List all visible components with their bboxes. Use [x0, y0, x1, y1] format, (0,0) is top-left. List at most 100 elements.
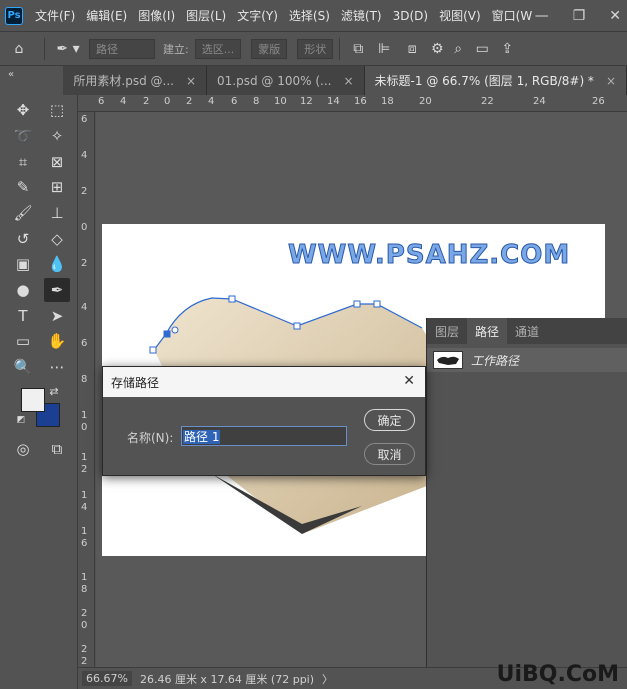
pen-tool-icon[interactable]: ✒ [44, 278, 70, 302]
move-tool-icon[interactable]: ✥ [10, 98, 36, 122]
chevron-right-icon[interactable]: 〉 [322, 671, 333, 687]
tab-document-1[interactable]: 所用素材.psd @... × [63, 66, 208, 95]
magic-wand-icon[interactable]: ✧ [44, 124, 70, 148]
ruler-tick-label: 1 [81, 410, 88, 421]
tab-channels[interactable]: 通道 [507, 318, 547, 344]
close-icon[interactable]: × [186, 74, 196, 88]
ruler-tick-label: 24 [533, 96, 546, 107]
stamp-tool-icon[interactable]: ⊥ [44, 201, 70, 225]
make-mask-button[interactable]: 蒙版 [251, 38, 288, 59]
path-name-input[interactable]: 路径 1 [181, 426, 347, 446]
blur-tool-icon[interactable]: 💧 [44, 252, 70, 276]
eyedropper-icon[interactable]: ✎ [10, 175, 36, 199]
vertical-ruler: 6 4 2 0 2 4 6 8 1 0 1 2 1 4 1 6 1 8 2 0 … [78, 112, 95, 667]
close-icon[interactable]: × [343, 74, 353, 88]
menu-file[interactable]: 文件(F) [35, 7, 75, 24]
document-size: 26.46 厘米 x 17.64 厘米 (72 ppi) [139, 672, 315, 686]
menu-layer[interactable]: 图层(L) [186, 7, 226, 24]
gear-icon[interactable]: ⚙ [426, 41, 448, 57]
quick-mask-icon[interactable]: ◎ [10, 437, 36, 461]
spot-healing-icon[interactable]: ⊞ [44, 175, 70, 199]
ruler-tick-label: 0 [81, 422, 88, 433]
rectangle-tool-icon[interactable]: ▭ [10, 329, 36, 353]
more-tools-icon[interactable]: ⋯ [44, 355, 70, 379]
dodge-tool-icon[interactable]: ● [10, 278, 36, 302]
tab-document-3[interactable]: 未标题-1 @ 66.7% (图层 1, RGB/8#) * × [364, 66, 627, 95]
close-window-icon[interactable]: ✕ [609, 8, 621, 24]
restore-icon[interactable]: ❐ [573, 8, 586, 24]
ruler-tick-label: 6 [231, 96, 238, 107]
ruler-tick-label: 1 [81, 452, 88, 463]
crop-tool-icon[interactable]: ⌗ [10, 150, 36, 174]
cancel-button[interactable]: 取消 [364, 443, 415, 465]
pen-tool-preset-icon[interactable]: ✒ ▾ [51, 41, 85, 57]
menu-view[interactable]: 视图(V) [439, 7, 481, 24]
divider [44, 37, 45, 60]
menu-edit[interactable]: 编辑(E) [86, 7, 127, 24]
ruler-tick-label: 26 [592, 96, 605, 107]
make-selection-button[interactable]: 选区... [194, 38, 242, 59]
zoom-tool-icon[interactable]: 🔍 [10, 355, 36, 379]
menu-type[interactable]: 文字(Y) [237, 7, 278, 24]
path-alignment-icon[interactable]: ⊫ [370, 41, 398, 57]
photoshop-logo: Ps [5, 6, 23, 25]
dialog-title: 存储路径 [103, 367, 425, 397]
direction-handle[interactable] [171, 326, 179, 334]
menu-bar: Ps 文件(F) 编辑(E) 图像(I) 图层(L) 文字(Y) 选择(S) 滤… [0, 0, 627, 31]
eraser-tool-icon[interactable]: ◇ [44, 227, 70, 251]
anchor-point[interactable] [149, 346, 157, 354]
hand-tool-icon[interactable]: ✋ [44, 329, 70, 353]
ruler-tick-label: 2 [186, 96, 193, 107]
panel-tabs: 图层 路径 通道 [427, 318, 627, 344]
close-icon[interactable]: ✕ [403, 373, 415, 389]
tool-mode-select[interactable]: 路径 [89, 38, 155, 59]
ruler-tick-label: 8 [253, 96, 260, 107]
menu-filter[interactable]: 滤镜(T) [341, 7, 382, 24]
path-selection-icon[interactable]: ➤ [44, 304, 70, 328]
share-icon[interactable]: ⇪ [496, 41, 518, 57]
menu-select[interactable]: 选择(S) [289, 7, 330, 24]
anchor-point-selected[interactable] [163, 330, 171, 338]
anchor-point[interactable] [373, 300, 381, 308]
tab-label: 未标题-1 @ 66.7% (图层 1, RGB/8#) * [374, 74, 594, 88]
path-operations-icon[interactable]: ⧉ [346, 41, 370, 57]
screen-mode-icon[interactable]: ⧉ [44, 437, 70, 461]
ruler-tick-label: 8 [81, 374, 88, 385]
make-shape-button[interactable]: 形状 [297, 38, 334, 59]
ruler-tick-label: 6 [81, 538, 88, 549]
ruler-tick-label: 4 [81, 302, 88, 313]
tab-document-2[interactable]: 01.psd @ 100% (... × [207, 66, 365, 95]
anchor-point[interactable] [228, 295, 236, 303]
brush-tool-icon[interactable]: 🖌 [10, 201, 36, 225]
path-list-item[interactable]: 工作路径 [427, 348, 627, 372]
type-tool-icon[interactable]: T [10, 304, 36, 328]
lasso-tool-icon[interactable]: ➰ [10, 124, 36, 148]
tab-label: 所用素材.psd @... [73, 74, 174, 88]
gradient-tool-icon[interactable]: ▣ [10, 252, 36, 276]
default-colors-icon[interactable]: ◩ [14, 413, 28, 427]
marquee-tool-icon[interactable]: ⬚ [44, 98, 70, 122]
home-icon[interactable]: ⌂ [0, 41, 38, 57]
frame-tool-icon[interactable]: ⊠ [44, 150, 70, 174]
menu-image[interactable]: 图像(I) [138, 7, 175, 24]
tab-layers[interactable]: 图层 [427, 318, 467, 344]
zoom-level[interactable]: 66.67% [82, 671, 132, 686]
foreground-color-swatch[interactable] [21, 388, 45, 412]
ok-button[interactable]: 确定 [364, 409, 415, 431]
tab-paths[interactable]: 路径 [467, 318, 508, 344]
minimize-icon[interactable]: — [535, 8, 549, 24]
ruler-tick-label: 2 [81, 608, 88, 619]
anchor-point[interactable] [293, 322, 301, 330]
search-icon[interactable]: ⌕ [448, 41, 468, 57]
swap-colors-icon[interactable]: ⇄ [46, 383, 62, 399]
workspace-icon[interactable]: ▭ [468, 41, 496, 57]
close-icon[interactable]: × [606, 74, 616, 88]
history-brush-icon[interactable]: ↺ [10, 227, 36, 251]
path-arrangement-icon[interactable]: ⧈ [398, 41, 426, 57]
anchor-point[interactable] [353, 300, 361, 308]
menu-3d[interactable]: 3D(D) [393, 9, 428, 23]
ruler-tick-label: 1 [81, 490, 88, 501]
collapse-icon[interactable]: « [0, 66, 64, 95]
menu-window[interactable]: 窗口(W [492, 7, 533, 24]
tab-label: 01.psd @ 100% (... [217, 73, 332, 88]
